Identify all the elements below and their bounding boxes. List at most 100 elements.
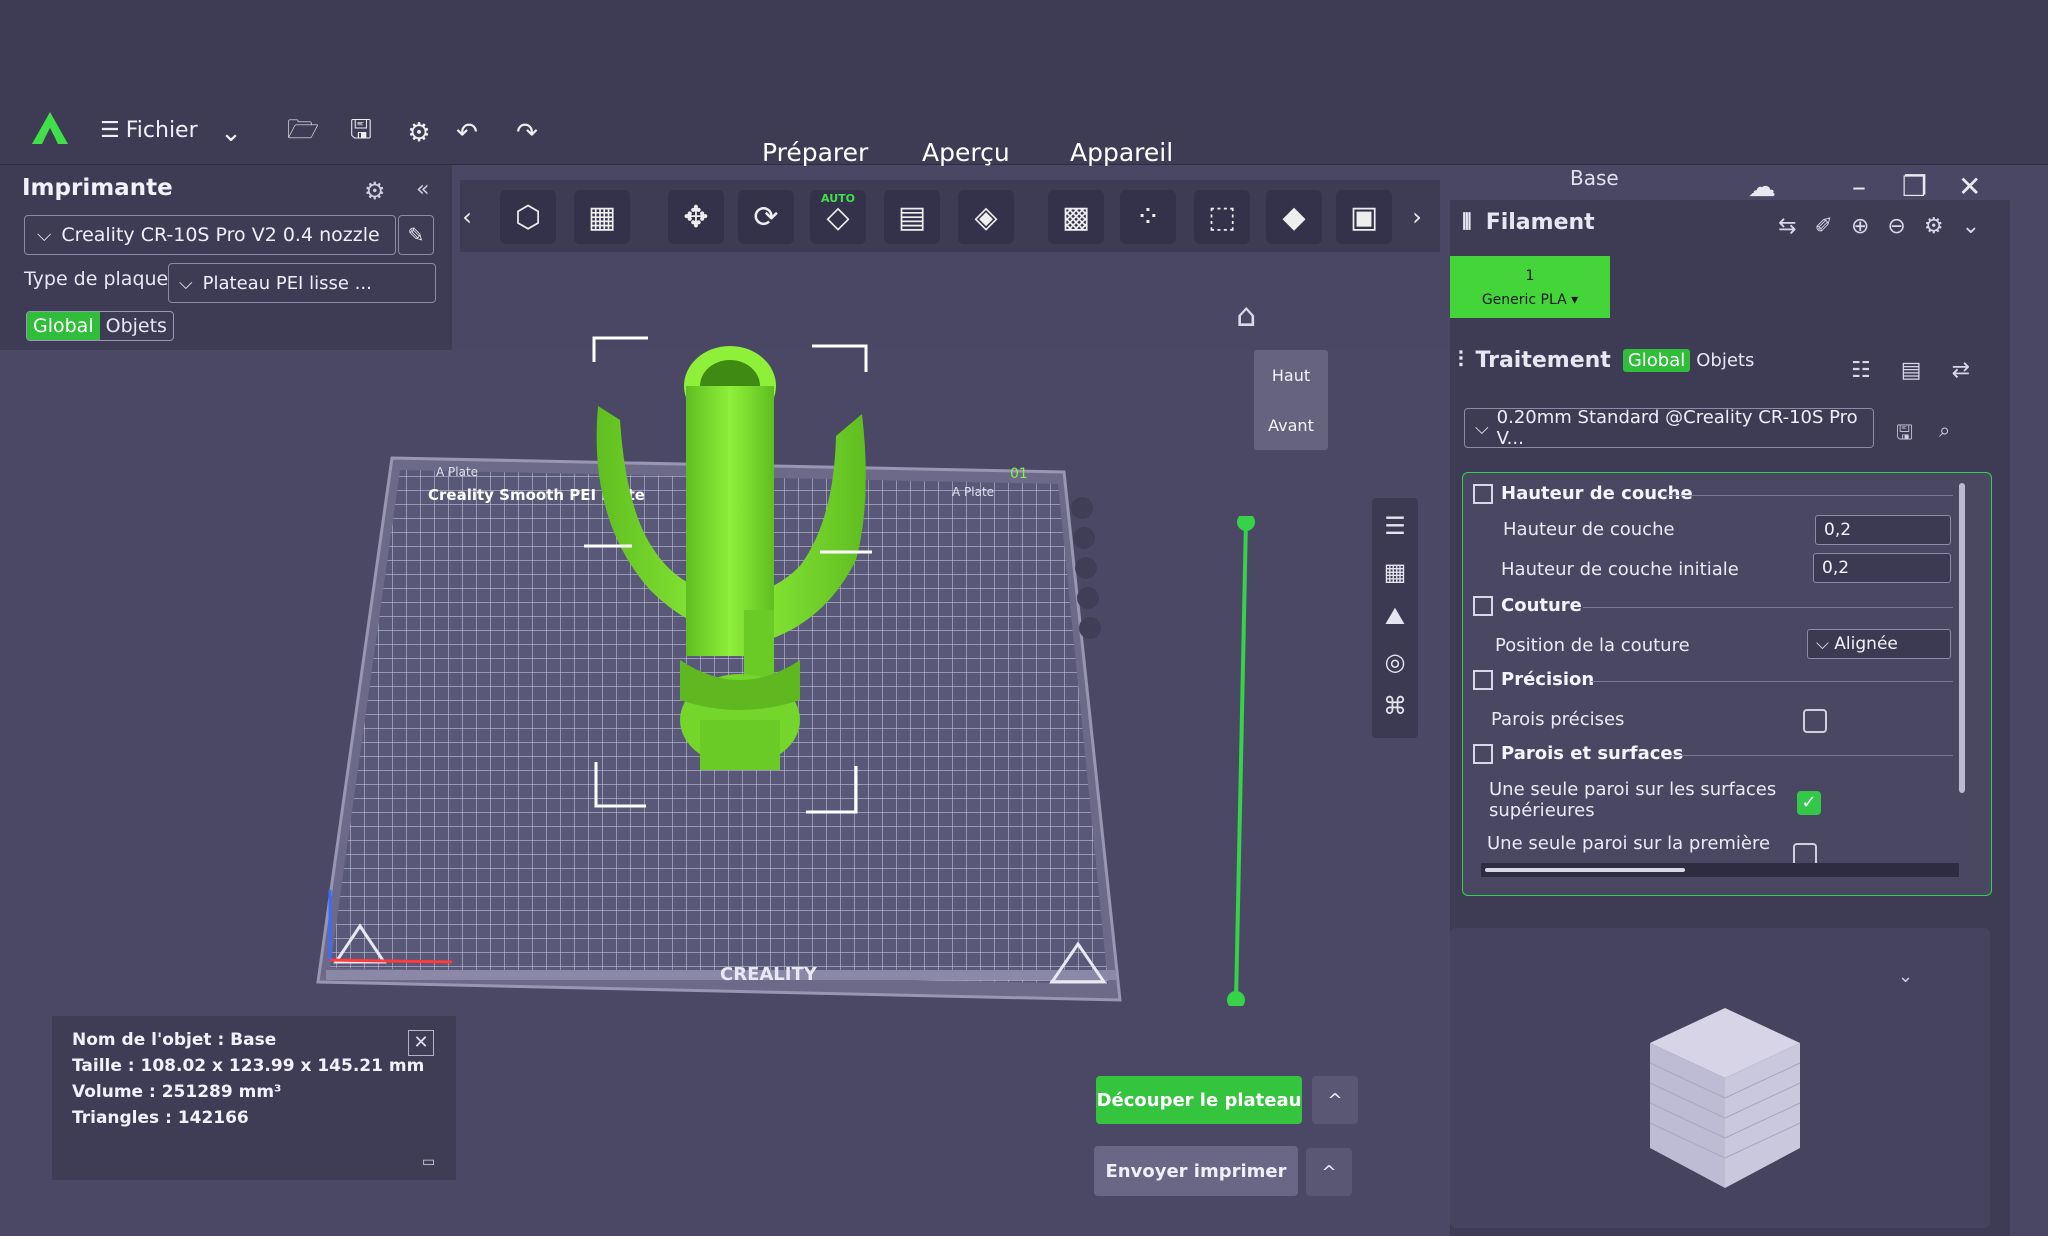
minimize-info-icon[interactable]: ▭ — [422, 1154, 435, 1170]
filament-slot-1[interactable]: 1 Generic PLA ▾ — [1450, 256, 1610, 318]
lay-on-face-icon[interactable]: ◈ — [958, 190, 1014, 244]
scale-icon[interactable]: ⬚ — [1194, 190, 1250, 244]
process-preset-select[interactable]: ⌵ 0.20mm Standard @Creality CR-10S Pro V… — [1464, 407, 1874, 449]
process-sliders-icon: ⫶ — [1458, 348, 1464, 373]
printer-select[interactable]: ⌵ Creality CR-10S Pro V2 0.4 nozzle — [24, 215, 396, 255]
process-scope-objects[interactable]: Objets — [1696, 350, 1754, 371]
collapse-panel-icon[interactable]: « — [416, 177, 429, 202]
add-object-icon[interactable]: ⬡ — [500, 190, 556, 244]
chevron-down-icon: ⌵ — [179, 272, 193, 294]
precise-walls-checkbox[interactable] — [1803, 709, 1827, 733]
plate-type-value: Plateau PEI lisse ... — [202, 272, 372, 294]
add-filament-icon[interactable]: ⊕ — [1851, 214, 1869, 239]
process-scope-global[interactable]: Global — [1622, 349, 1691, 372]
scope-objects-button[interactable]: Objets — [100, 312, 173, 340]
slice-options-caret-icon[interactable]: ^ — [1312, 1076, 1358, 1124]
save-preset-icon[interactable]: 🖫 — [1896, 418, 1913, 452]
settings-vertical-scrollbar[interactable] — [1959, 483, 1965, 793]
object-triangles: Triangles : 142166 — [72, 1108, 249, 1128]
slider-bottom-handle[interactable] — [1227, 991, 1245, 1006]
bed-tag-left: A Plate — [436, 465, 478, 479]
object-volume: Volume : 251289 mm³ — [72, 1082, 282, 1102]
brush-icon[interactable]: ✐ — [1815, 214, 1833, 239]
walls-icon — [1473, 743, 1493, 764]
filament-material: Generic PLA ▾ — [1481, 292, 1579, 308]
plate-grid-icon[interactable]: ▦ — [1380, 558, 1410, 588]
send-print-button[interactable]: Envoyer imprimer — [1094, 1146, 1298, 1196]
bed-tag-right: A Plate — [952, 485, 994, 499]
process-actions: ☷ ▤ ⇄ — [1851, 358, 1970, 383]
object-size: Taille : 108.02 x 123.99 x 145.21 mm — [72, 1056, 425, 1076]
expand-icon[interactable]: ⌄ — [1962, 214, 1980, 239]
option-single-wall-top-label: Une seule paroi sur les surfaces supérie… — [1489, 779, 1777, 821]
layers-icon — [1473, 483, 1493, 504]
option-layer-height-label: Hauteur de couche — [1503, 519, 1675, 540]
view-front-label[interactable]: Avant — [1254, 416, 1328, 435]
edit-printer-icon[interactable]: ✎ — [398, 215, 434, 255]
single-wall-top-checkbox[interactable]: ✓ — [1797, 791, 1821, 815]
slice-plate-button[interactable]: Découper le plateau — [1096, 1076, 1302, 1124]
process-scope-toggle: Global Objets — [1622, 349, 1754, 372]
layer-list-icon[interactable]: ☰ — [1380, 512, 1410, 542]
sync-icon[interactable]: ⇆ — [1778, 214, 1796, 239]
plate-type-select[interactable]: ⌵ Plateau PEI lisse ... — [168, 263, 436, 303]
auto-arrange-icon[interactable]: ◇ — [810, 190, 866, 244]
seam-icon — [1473, 595, 1493, 616]
split-icon[interactable]: ▤ — [884, 190, 940, 244]
slider-top-handle[interactable] — [1237, 516, 1255, 531]
filament-header: ⦀ Filament — [1462, 210, 1595, 235]
settings-side-panel: ⦀ Filament ⇆ ✐ ⊕ ⊖ ⚙ ⌄ 1 Generic PLA ▾ ⫶… — [1450, 200, 2010, 1236]
remove-filament-icon[interactable]: ⊖ — [1887, 214, 1905, 239]
arrange-icon[interactable]: ✥ — [668, 190, 724, 244]
section-seam: Couture — [1473, 595, 1582, 616]
scope-global-button[interactable]: Global — [27, 312, 100, 340]
printer-select-value: Creality CR-10S Pro V2 0.4 nozzle — [61, 224, 380, 246]
object-toolbar: ‹ ⬡ ▦ ✥ ⟳ ◇ ▤ ◈ ▩ ⁘ ⬚ ◆ ▣ › — [460, 180, 1440, 252]
option-precise-walls-label: Parois précises — [1491, 709, 1625, 730]
plate-type-label: Type de plaque — [24, 268, 169, 290]
dotted-grid-icon[interactable]: ⁘ — [1120, 190, 1176, 244]
compare-icon[interactable]: ⇄ — [1952, 358, 1970, 383]
auto-orient-icon[interactable]: ⟳ — [738, 190, 794, 244]
layer-height-input[interactable]: 0,2 — [1815, 515, 1951, 545]
printer-panel: Imprimante ⚙ « ⌵ Creality CR-10S Pro V2 … — [0, 165, 452, 350]
filament-settings-icon[interactable]: ⚙ — [1924, 214, 1944, 239]
precision-icon — [1473, 669, 1493, 690]
plate-index: 01 — [1010, 466, 1028, 482]
chevron-down-icon: ⌵ — [37, 224, 52, 246]
close-info-icon[interactable]: ✕ — [408, 1030, 434, 1056]
home-view-icon[interactable]: ⌂ — [1236, 296, 1256, 334]
settings-horizontal-scrollbar[interactable] — [1481, 863, 1959, 877]
cube-preview-icon — [1649, 1008, 1801, 1188]
seam-position-select[interactable]: ⌵ Alignée — [1807, 629, 1951, 659]
filament-actions: ⇆ ✐ ⊕ ⊖ ⚙ ⌄ — [1778, 214, 1980, 239]
preview-expand-icon[interactable]: ⌄ — [1898, 966, 1913, 987]
filament-icon: ⦀ — [1462, 210, 1472, 235]
add-plate-icon[interactable]: ▦ — [574, 190, 630, 244]
printer-settings-gear-icon[interactable]: ⚙ — [364, 177, 386, 205]
view-top-label[interactable]: Haut — [1254, 366, 1328, 385]
grid-layout-icon[interactable]: ▩ — [1048, 190, 1104, 244]
layer-slider[interactable] — [1222, 516, 1262, 1006]
toolbar-left-arrow-icon[interactable]: ‹ — [458, 190, 476, 244]
list-view-icon[interactable]: ☷ — [1851, 358, 1871, 383]
target-icon[interactable]: ◎ — [1380, 648, 1410, 678]
send-options-caret-icon[interactable]: ^ — [1306, 1148, 1352, 1196]
process-settings-list[interactable]: Hauteur de couche Hauteur de couche 0,2 … — [1462, 472, 1992, 896]
terrain-icon[interactable]: ⛰ — [1380, 602, 1410, 632]
chevron-down-icon: ⌵ — [1475, 417, 1489, 439]
toolbar-right-arrow-icon[interactable]: › — [1404, 190, 1430, 244]
notes-icon[interactable]: ▤ — [1901, 358, 1922, 383]
section-precision: Précision — [1473, 669, 1594, 690]
layers-cube-icon[interactable]: ◆ — [1266, 190, 1322, 244]
knot-icon[interactable]: ⌘ — [1380, 692, 1410, 722]
process-title: Traitement — [1475, 348, 1611, 373]
view-cube[interactable]: Haut Avant — [1254, 350, 1328, 450]
object-info-panel: Nom de l'objet : Base Taille : 108.02 x … — [52, 1016, 456, 1180]
process-header: ⫶ Traitement Global Objets — [1458, 348, 1754, 373]
object-name: Nom de l'objet : Base — [72, 1030, 277, 1050]
search-icon[interactable]: ⌕ — [1939, 418, 1950, 452]
section-walls: Parois et surfaces — [1473, 743, 1683, 764]
cube-view-icon[interactable]: ▣ — [1336, 190, 1392, 244]
initial-layer-height-input[interactable]: 0,2 — [1813, 553, 1951, 583]
